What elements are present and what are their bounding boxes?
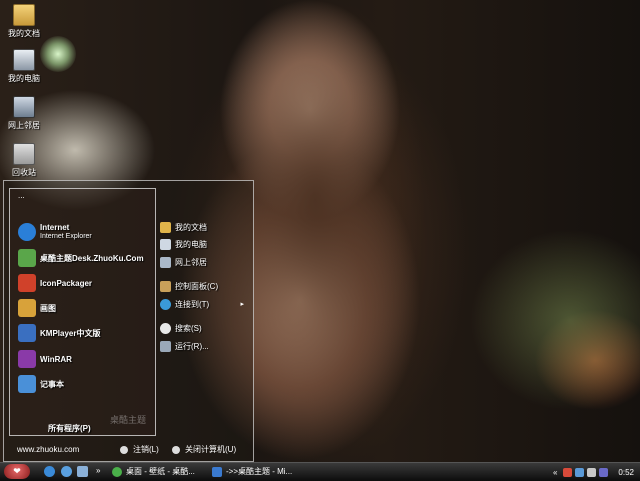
tray-app-icon[interactable] — [563, 467, 573, 477]
desktop-icon-label: 我的文档 — [8, 29, 40, 38]
recycle-bin-icon — [13, 143, 35, 165]
notepad-icon — [18, 375, 36, 393]
program-title: Internet — [40, 223, 70, 232]
menu-watermark: 桌酷主题 — [110, 415, 147, 425]
start-menu-user-placeholder: ... — [18, 191, 25, 200]
start-menu: ... Internet Internet Explorer 桌酷主题Desk.… — [3, 180, 254, 462]
start-button[interactable]: ❤ — [4, 464, 30, 479]
search-icon — [160, 322, 171, 334]
desktop-icon-network-places[interactable]: 网上邻居 — [0, 96, 48, 131]
system-tray: « 0:52 — [553, 463, 640, 481]
zhuoku-theme-icon — [18, 249, 36, 267]
quicklaunch-desktop-icon[interactable] — [77, 466, 88, 477]
place-label: 连接到(T) — [175, 299, 210, 309]
kmplayer-icon — [18, 324, 36, 342]
heart-icon: ❤ — [13, 466, 21, 476]
program-zhuoku-theme[interactable]: 桌酷主题Desk.ZhuoKu.Com — [18, 247, 144, 269]
place-my-computer[interactable]: 我的电脑 — [160, 237, 252, 251]
start-menu-programs-pane: ... Internet Internet Explorer 桌酷主题Desk.… — [9, 188, 156, 436]
desktop-icon-label: 我的电脑 — [8, 74, 40, 83]
place-label: 网上邻居 — [175, 257, 207, 267]
desktop-icon-my-computer[interactable]: 我的电脑 — [0, 49, 48, 84]
start-menu-footer: www.zhuoku.com 注销(L) 关闭计算机(U) — [4, 443, 253, 459]
quicklaunch-ie-icon[interactable] — [44, 466, 55, 477]
task-label: ->>桌酷主题 - Mi... — [226, 467, 293, 476]
footer-site-text: www.zhuoku.com — [17, 445, 80, 454]
quicklaunch-chevron-icon[interactable]: » — [96, 466, 100, 475]
tray-ime-icon[interactable] — [599, 467, 609, 477]
program-title: WinRAR — [40, 354, 72, 364]
place-label: 我的电脑 — [175, 239, 207, 249]
tray-volume-icon[interactable] — [587, 467, 597, 477]
quicklaunch-browser-icon[interactable] — [61, 466, 72, 477]
program-title: 记事本 — [40, 379, 64, 389]
ie-window-icon — [212, 466, 222, 477]
taskbar-window-button[interactable]: 桌面 - 壁纸 - 桌酷... — [112, 464, 204, 479]
shutdown-button[interactable]: 关闭计算机(U) — [172, 444, 236, 455]
program-title: KMPlayer中文版 — [40, 328, 101, 338]
place-run[interactable]: 运行(R)... — [160, 339, 252, 353]
shutdown-icon — [172, 445, 180, 454]
logoff-icon — [120, 445, 128, 454]
logoff-label: 注销(L) — [133, 445, 159, 454]
task-label: 桌面 - 壁纸 - 桌酷... — [126, 467, 195, 476]
taskbar-clock[interactable]: 0:52 — [618, 468, 634, 477]
place-connect-to[interactable]: 连接到(T) ▸ — [160, 297, 252, 311]
program-title: 桌酷主题Desk.ZhuoKu.Com — [40, 253, 144, 263]
browser-icon — [112, 466, 122, 477]
desktop-icon-label: 网上邻居 — [8, 121, 40, 130]
desktop-icon-my-documents[interactable]: 我的文档 — [0, 4, 48, 39]
tray-chevron-icon[interactable]: « — [553, 468, 557, 477]
program-winrar[interactable]: WinRAR — [18, 348, 72, 370]
taskbar-window-button[interactable]: ->>桌酷主题 - Mi... — [212, 464, 312, 479]
desktop-icon-label: 回收站 — [12, 168, 36, 177]
program-paint[interactable]: 画图 — [18, 297, 56, 319]
internet-explorer-icon — [18, 223, 36, 241]
connect-to-icon — [160, 298, 171, 310]
program-iconpackager[interactable]: IconPackager — [18, 272, 92, 294]
place-network-places[interactable]: 网上邻居 — [160, 255, 252, 269]
program-kmplayer[interactable]: KMPlayer中文版 — [18, 322, 100, 344]
paint-icon — [18, 299, 36, 317]
place-label: 我的文档 — [175, 222, 207, 232]
my-documents-icon — [13, 4, 35, 26]
place-label: 搜索(S) — [175, 323, 202, 333]
program-title: 画图 — [40, 303, 56, 313]
logoff-button[interactable]: 注销(L) — [120, 444, 159, 455]
program-internet-explorer[interactable]: Internet Internet Explorer — [18, 221, 92, 243]
run-icon — [160, 340, 171, 352]
my-computer-icon — [160, 238, 171, 250]
taskbar: ❤ » 桌面 - 壁纸 - 桌酷... ->>桌酷主题 - Mi... « 0:… — [0, 462, 640, 481]
place-label: 控制面板(C) — [175, 281, 219, 291]
network-places-icon — [160, 256, 171, 268]
submenu-arrow-icon: ▸ — [240, 301, 244, 308]
place-my-documents[interactable]: 我的文档 — [160, 220, 252, 234]
tray-network-icon[interactable] — [575, 467, 585, 477]
program-title: IconPackager — [40, 278, 93, 288]
my-computer-icon — [13, 49, 35, 71]
network-places-icon — [13, 96, 35, 118]
program-subtitle: Internet Explorer — [40, 233, 92, 240]
desktop-icon-recycle-bin[interactable]: 回收站 — [0, 143, 48, 178]
iconpackager-icon — [18, 274, 36, 292]
all-programs-button[interactable]: 所有程序(P) — [48, 423, 91, 434]
my-documents-icon — [160, 221, 171, 233]
winrar-icon — [18, 350, 36, 368]
shutdown-label: 关闭计算机(U) — [185, 445, 237, 454]
place-label: 运行(R)... — [175, 341, 209, 351]
program-notepad[interactable]: 记事本 — [18, 373, 64, 395]
place-control-panel[interactable]: 控制面板(C) — [160, 279, 252, 293]
place-search[interactable]: 搜索(S) — [160, 321, 252, 335]
control-panel-icon — [160, 280, 171, 292]
